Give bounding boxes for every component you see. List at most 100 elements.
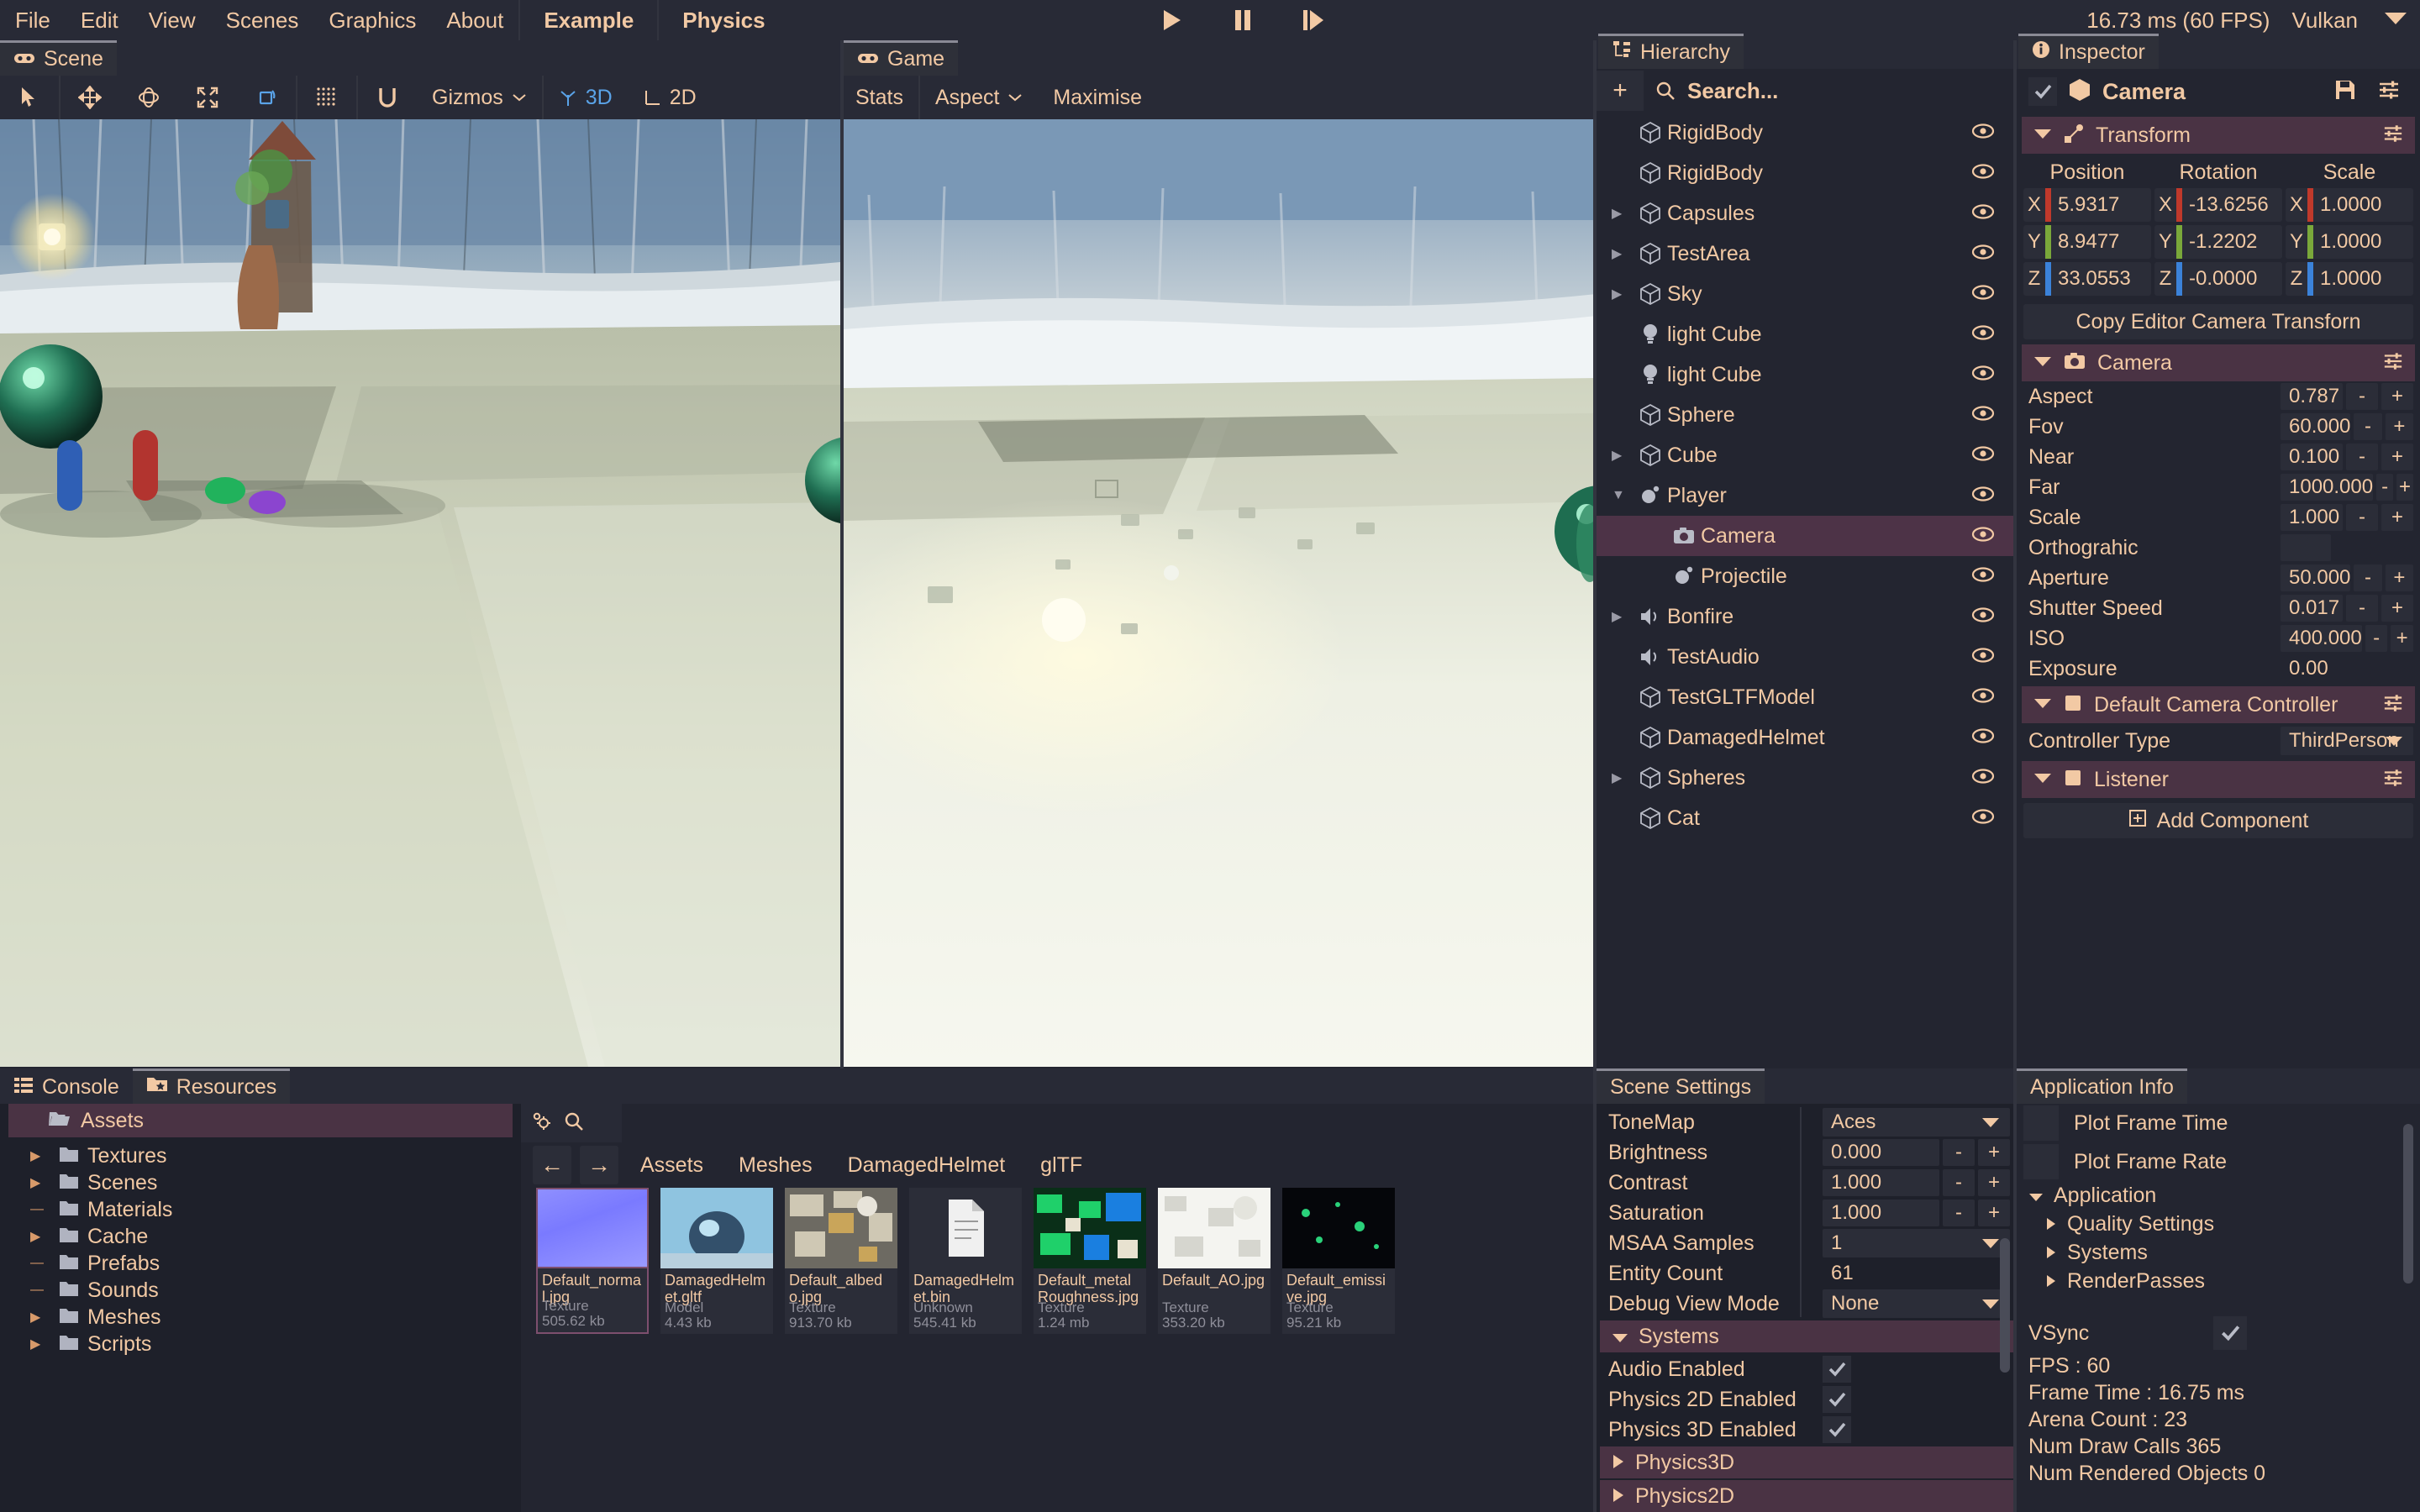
visibility-eye-icon[interactable] (1971, 365, 1995, 385)
visibility-eye-icon[interactable] (1971, 203, 1995, 223)
camera-prop-increment[interactable]: + (2391, 625, 2413, 652)
app-tree-renderpasses[interactable]: RenderPasses (2017, 1267, 2420, 1295)
camera-prop-increment[interactable]: + (2385, 564, 2413, 591)
game-viewport[interactable] (844, 119, 1597, 1067)
rotate-tool-icon[interactable] (119, 76, 178, 119)
mode-2d-button[interactable]: 2D (628, 86, 712, 110)
collapse-triangle-icon[interactable]: ▶ (30, 1336, 50, 1352)
visibility-eye-icon[interactable] (1971, 284, 1995, 304)
scale-tool-icon[interactable] (178, 76, 237, 119)
camera-prop-decrement[interactable]: - (2376, 474, 2394, 501)
visibility-eye-icon[interactable] (1971, 445, 1995, 465)
mode-3d-button[interactable]: 3D (544, 86, 628, 110)
panel-divider-game-hierarchy[interactable] (1593, 40, 1597, 1512)
scene-setting-select[interactable]: Aces (1823, 1108, 2010, 1137)
sliders-icon[interactable] (2383, 123, 2403, 148)
transform-scale-x-field[interactable]: X 1.0000 (2286, 188, 2413, 222)
collapse-triangle-icon[interactable] (2033, 355, 2052, 371)
move-tool-icon[interactable] (60, 76, 119, 119)
menu-scenes[interactable]: Scenes (211, 0, 314, 40)
transform-rotation-y-field[interactable]: Y -1.2202 (2154, 225, 2282, 259)
visibility-eye-icon[interactable] (1971, 566, 1995, 586)
transform-position-y-field[interactable]: Y 8.9477 (2023, 225, 2151, 259)
collapse-triangle-icon[interactable]: ▶ (30, 1228, 50, 1245)
tab-resources[interactable]: Resources (132, 1068, 291, 1104)
asset-tile[interactable]: DamagedHelmet.gltf Model 4.43 kb (660, 1188, 773, 1334)
nav-back-button[interactable]: ← (533, 1146, 571, 1184)
visibility-eye-icon[interactable] (1971, 526, 1995, 546)
camera-prop-increment[interactable]: + (2381, 383, 2413, 410)
asset-tile[interactable]: Default_metalRoughness.jpg Texture 1.24 mb (1034, 1188, 1146, 1334)
system-checkbox[interactable] (1823, 1356, 1851, 1383)
transform-position-z-field[interactable]: Z 33.0553 (2023, 262, 2151, 296)
camera-prop-value[interactable]: 400.000 (2281, 625, 2362, 652)
component-header-transform[interactable]: Transform (2022, 117, 2415, 154)
add-entity-button[interactable]: + (1597, 71, 1644, 111)
system-checkbox[interactable] (1823, 1386, 1851, 1413)
scene-setting-select[interactable]: None (1823, 1289, 2010, 1318)
gizmos-dropdown[interactable]: Gizmos (417, 86, 542, 110)
camera-prop-increment[interactable]: + (2396, 474, 2413, 501)
tab-inspector[interactable]: Inspector (2018, 34, 2159, 69)
asset-tile[interactable]: DamagedHelmet.bin Unknown 545.41 kb (909, 1188, 1022, 1334)
visibility-eye-icon[interactable] (1971, 324, 1995, 344)
collapse-triangle-icon[interactable] (2033, 128, 2052, 144)
hierarchy-item-light-cube[interactable]: light Cube (1597, 314, 2017, 354)
transform-rotation-z-field[interactable]: Z -0.0000 (2154, 262, 2282, 296)
camera-prop-value[interactable]: 1000.000 (2281, 474, 2374, 501)
collapse-triangle-icon[interactable]: ▶ (30, 1309, 50, 1326)
hierarchy-item-sphere[interactable]: Sphere (1597, 395, 2017, 435)
grid-snap-icon[interactable] (297, 76, 356, 119)
tab-game[interactable]: Game (844, 40, 959, 76)
camera-prop-decrement[interactable]: - (2354, 413, 2382, 440)
assets-folder-textures[interactable]: ▶ Textures (0, 1142, 521, 1169)
camera-prop-decrement[interactable]: - (2346, 383, 2378, 410)
search-icon[interactable] (563, 1110, 585, 1137)
collapse-triangle-icon[interactable] (2045, 1212, 2057, 1236)
pause-icon[interactable] (1230, 8, 1255, 33)
hierarchy-item-spheres[interactable]: ▶ Spheres (1597, 758, 2017, 798)
section-physics2d[interactable]: Physics2D (1600, 1480, 2013, 1512)
breadcrumb-item-3[interactable]: glTF (1027, 1153, 1096, 1178)
scene-setting-increment[interactable]: + (1978, 1200, 2010, 1226)
collapse-triangle-icon[interactable]: ▶ (1612, 205, 1634, 222)
plot-frame-rate-checkbox[interactable] (2023, 1144, 2059, 1179)
hierarchy-item-sky[interactable]: ▶ Sky (1597, 274, 2017, 314)
assets-root-row[interactable]: Assets (8, 1104, 513, 1137)
app-tree-quality-settings[interactable]: Quality Settings (2017, 1210, 2420, 1238)
camera-prop-checkbox[interactable] (2281, 534, 2331, 561)
assets-folder-scripts[interactable]: ▶ Scripts (0, 1331, 521, 1357)
collapse-triangle-icon[interactable] (1612, 1325, 1628, 1349)
assets-folder-meshes[interactable]: ▶ Meshes (0, 1304, 521, 1331)
scene-setting-value[interactable]: 1.000 (1823, 1200, 1939, 1226)
camera-prop-value[interactable]: 0.100 (2281, 444, 2343, 470)
stats-button[interactable]: Stats (840, 86, 918, 110)
hierarchy-item-testaudio[interactable]: TestAudio (1597, 637, 2017, 677)
visibility-eye-icon[interactable] (1971, 486, 1995, 506)
gears-icon[interactable] (529, 1110, 555, 1137)
controller-type-select[interactable]: ThirdPerson (2281, 727, 2413, 755)
tab-console[interactable]: Console (0, 1068, 133, 1104)
collapse-triangle-icon[interactable] (2045, 1269, 2057, 1294)
camera-prop-value[interactable]: 1.000 (2281, 504, 2343, 531)
collapse-triangle-icon[interactable] (2028, 1184, 2044, 1208)
breadcrumb-item-0[interactable]: Assets (627, 1153, 717, 1178)
asset-tile[interactable]: Default_normal.jpg Texture 505.62 kb (536, 1188, 649, 1334)
hierarchy-item-player[interactable]: ▼ Player (1597, 475, 2017, 516)
menu-graphics[interactable]: Graphics (313, 0, 431, 40)
camera-prop-increment[interactable]: + (2381, 504, 2413, 531)
hierarchy-item-camera[interactable]: Camera (1597, 516, 2017, 556)
camera-prop-decrement[interactable]: - (2354, 564, 2382, 591)
scene-setting-decrement[interactable]: - (1943, 1169, 1975, 1196)
visibility-eye-icon[interactable] (1971, 727, 1995, 748)
panel-divider-scene-game[interactable] (840, 40, 844, 1068)
sliders-icon[interactable] (2383, 768, 2403, 792)
systems-section-header[interactable]: Systems (1600, 1320, 2013, 1352)
collapse-triangle-icon[interactable] (1612, 1451, 1625, 1475)
camera-prop-increment[interactable]: + (2385, 413, 2413, 440)
assets-folder-sounds[interactable]: — Sounds (0, 1277, 521, 1304)
magnet-snap-icon[interactable] (358, 76, 417, 119)
vsync-checkbox[interactable] (2213, 1316, 2247, 1350)
nav-forward-button[interactable]: → (580, 1146, 618, 1184)
camera-prop-increment[interactable]: + (2381, 444, 2413, 470)
